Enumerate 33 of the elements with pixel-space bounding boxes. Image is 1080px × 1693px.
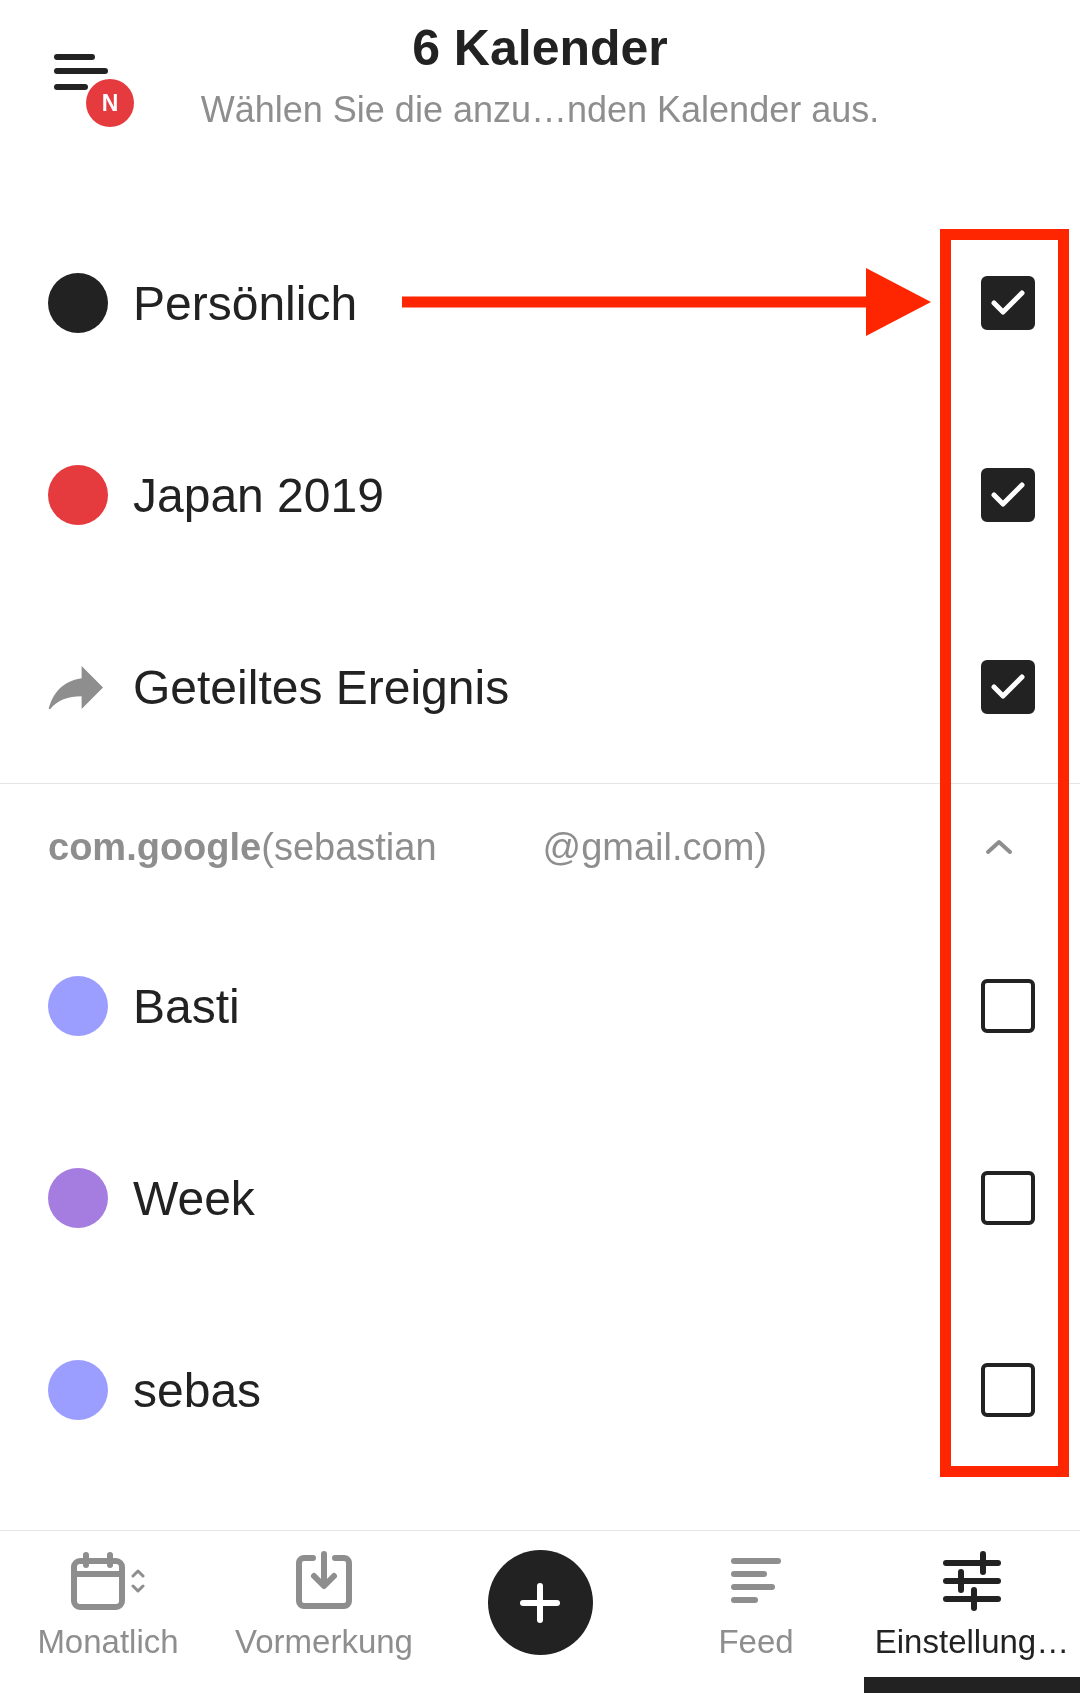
account-email: @gmail.com) [542, 825, 767, 869]
checkbox[interactable] [981, 979, 1035, 1033]
calendar-name: Week [133, 1170, 255, 1226]
checkbox[interactable] [981, 660, 1035, 714]
plus-icon [520, 1582, 560, 1623]
checkmark-icon [991, 482, 1025, 508]
nav-tab[interactable]: Vormerkung [216, 1531, 432, 1693]
nav-tab[interactable]: Feed [648, 1531, 864, 1693]
calendar-name: Persönlich [133, 275, 358, 331]
calendar-name: Japan 2019 [133, 467, 384, 523]
checkmark-icon [991, 290, 1025, 316]
notification-badge: N [86, 79, 134, 127]
page-title: 6 Kalender [412, 19, 668, 77]
share-arrow-icon [48, 665, 103, 709]
download-tray-icon [294, 1551, 354, 1611]
nav-tab[interactable]: Monatlich [0, 1531, 216, 1693]
calendar-name: sebas [133, 1362, 262, 1418]
calendar-name: Geteiltes Ereignis [133, 659, 510, 715]
checkbox[interactable] [981, 1363, 1035, 1417]
chevron-up-icon[interactable] [985, 839, 1013, 855]
page-subtitle: Wählen Sie die anzu…nden Kalender aus. [200, 89, 880, 131]
checkmark-icon [991, 674, 1025, 700]
calendar-name: Basti [133, 978, 240, 1034]
account-title: com.google(sebastian [48, 825, 437, 869]
nav-tab[interactable]: Einstellung… [864, 1531, 1080, 1693]
updown-chevron-icon [131, 1567, 145, 1595]
text-lines-icon [731, 1556, 781, 1606]
checkbox[interactable] [981, 468, 1035, 522]
calendar-icon [71, 1552, 125, 1610]
checkbox[interactable] [981, 276, 1035, 330]
menu-button[interactable]: N [54, 50, 138, 128]
sliders-icon [943, 1551, 1001, 1611]
checkbox[interactable] [981, 1171, 1035, 1225]
